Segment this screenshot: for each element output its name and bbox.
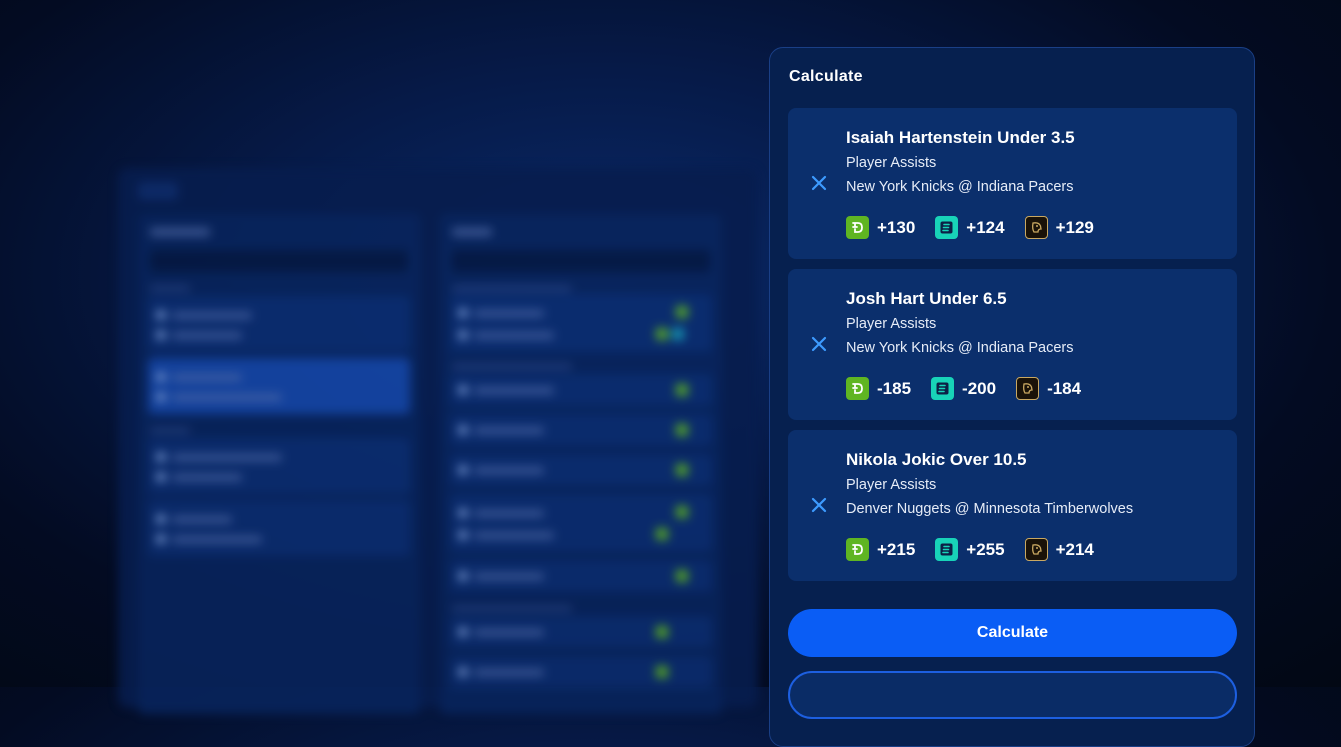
draftkings-logo-icon [846, 538, 869, 561]
espn-bet-logo-icon [935, 216, 959, 239]
bet-game: New York Knicks @ Indiana Pacers [846, 179, 1074, 195]
betmgm-logo-icon [1016, 377, 1040, 400]
remove-bet-button[interactable] [808, 172, 830, 194]
odds-value: +214 [1055, 539, 1094, 559]
bet-market: Player Assists [846, 477, 937, 493]
draftkings-logo-icon [846, 216, 869, 239]
odds-value: -200 [962, 378, 997, 398]
odds-value: +124 [966, 217, 1005, 237]
odds-betmgm: +214 [1024, 538, 1094, 561]
odds-betmgm: +129 [1024, 216, 1094, 239]
close-icon [811, 175, 827, 191]
panel-title: Calculate [789, 68, 863, 85]
bet-game: New York Knicks @ Indiana Pacers [846, 340, 1074, 356]
betmgm-logo-icon [1024, 538, 1048, 561]
bet-card: Isaiah Hartenstein Under 3.5 Player Assi… [788, 108, 1237, 259]
bet-game: Denver Nuggets @ Minnesota Timberwolves [846, 501, 1134, 517]
bet-market: Player Assists [846, 155, 937, 171]
bet-title: Isaiah Hartenstein Under 3.5 [846, 128, 1075, 147]
bet-title: Nikola Jokic Over 10.5 [846, 450, 1027, 469]
betmgm-logo-icon [1024, 216, 1048, 239]
espn-bet-logo-icon [935, 538, 959, 561]
bg-bets-column [440, 214, 722, 714]
odds-value: +255 [966, 539, 1005, 559]
draftkings-logo-icon [846, 377, 869, 400]
secondary-button[interactable] [788, 671, 1237, 719]
bet-card: Nikola Jokic Over 10.5 Player Assists De… [788, 430, 1237, 581]
calculate-panel: Calculate Isaiah Hartenstein Under 3.5 P… [769, 47, 1255, 747]
odds-value: +130 [877, 217, 916, 237]
odds-value: -184 [1047, 378, 1082, 398]
odds-draftkings: -185 [846, 377, 911, 400]
bet-title: Josh Hart Under 6.5 [846, 289, 1007, 308]
close-icon [811, 497, 827, 513]
odds-value: -185 [877, 378, 912, 398]
bg-chip [138, 182, 178, 200]
bet-card: Josh Hart Under 6.5 Player Assists New Y… [788, 269, 1237, 420]
remove-bet-button[interactable] [808, 494, 830, 516]
odds-draftkings: +215 [846, 538, 915, 561]
odds-espnbet: +255 [935, 538, 1005, 561]
odds-betmgm: -184 [1016, 377, 1081, 400]
background-app-blurred [118, 168, 758, 714]
odds-espnbet: +124 [935, 216, 1005, 239]
bet-market: Player Assists [846, 316, 937, 332]
close-icon [811, 336, 827, 352]
remove-bet-button[interactable] [808, 333, 830, 355]
calculate-button[interactable]: Calculate [788, 609, 1237, 657]
odds-value: +129 [1055, 217, 1094, 237]
bg-games-column [138, 214, 420, 714]
odds-row: +130 +124 +129 [846, 216, 1114, 239]
odds-value: +215 [877, 539, 916, 559]
odds-draftkings: +130 [846, 216, 915, 239]
odds-row: +215 +255 +214 [846, 538, 1114, 561]
odds-espnbet: -200 [931, 377, 996, 400]
odds-row: -185 -200 -184 [846, 377, 1101, 400]
espn-bet-logo-icon [931, 377, 955, 400]
